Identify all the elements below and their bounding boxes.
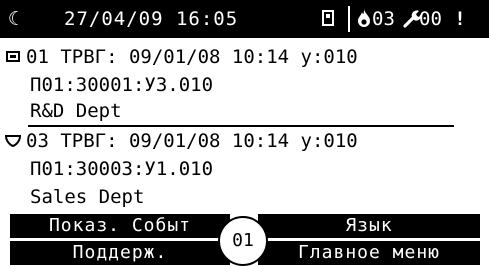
show-events-softkey[interactable]: Показ. Событ [10, 214, 230, 238]
fault-count: 00 [419, 8, 442, 30]
fire-icon [356, 0, 372, 38]
status-datetime: 27/04/09 16:05 [64, 8, 239, 30]
event-1-code: П01:30001:У3.010 [30, 74, 214, 96]
event-1-zone: R&D Dept [30, 100, 122, 122]
fault-counter: 00 [403, 0, 442, 38]
event-1-code-row: П01:30001:У3.010 [0, 72, 489, 98]
event-2-header: 03 ТРВГ: 09/01/08 10:14 у:010 [26, 130, 358, 152]
event-2-code-row: П01:30003:У1.010 [0, 156, 489, 182]
event-2-code: П01:30003:У1.010 [30, 158, 214, 180]
event-1-header-row[interactable]: 01 ТРВГ: 09/01/08 10:14 у:010 [0, 44, 489, 70]
status-divider [348, 6, 350, 32]
event-2-zone: Sales Dept [30, 186, 145, 208]
night-mode-icon: ☾ [8, 8, 20, 30]
shield-icon [4, 128, 22, 154]
event-2-zone-row: Sales Dept [0, 184, 489, 210]
status-bar: ☾ 27/04/09 16:05 03 00 !00 [0, 0, 489, 68]
panel-screen: ☾ 27/04/09 16:05 03 00 !00 01 ТРВГ: 09/0… [0, 0, 489, 266]
event-1-header: 01 ТРВГ: 09/01/08 10:14 у:010 [26, 46, 358, 68]
wrench-icon [403, 0, 422, 38]
main-menu-softkey[interactable]: Главное меню [258, 241, 480, 265]
sim-card-icon [322, 10, 334, 26]
page-number-badge: 01 [218, 216, 268, 266]
event-separator [28, 125, 454, 127]
support-softkey[interactable]: Поддерж. [10, 241, 230, 265]
language-softkey[interactable]: Язык [258, 214, 480, 238]
event-1-zone-row: R&D Dept [0, 98, 489, 124]
exclamation-icon: ! [454, 8, 466, 30]
fire-count: 03 [372, 8, 395, 30]
event-2-header-row[interactable]: 03 ТРВГ: 09/01/08 10:14 у:010 [0, 128, 489, 154]
device-rect-icon [4, 44, 22, 70]
fire-counter: 03 [356, 0, 395, 38]
